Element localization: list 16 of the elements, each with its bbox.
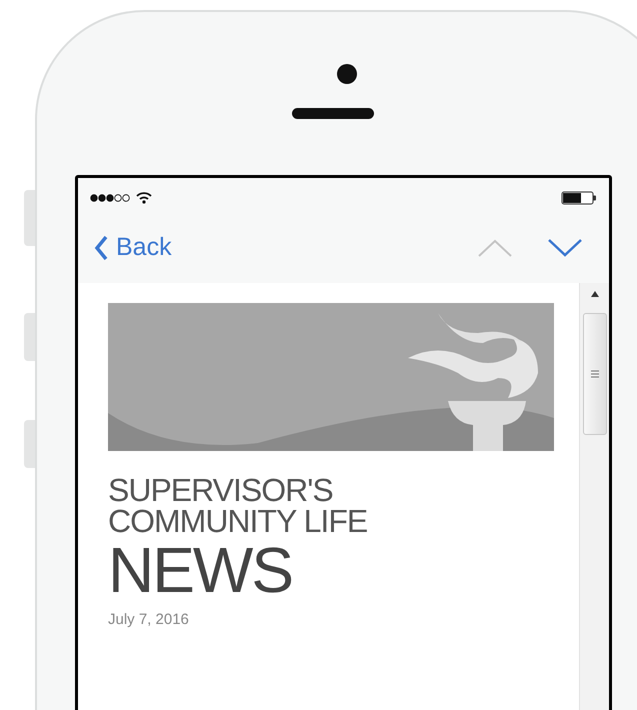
camera-icon	[337, 64, 357, 84]
signal-icon	[90, 193, 130, 203]
newsletter-date: July 7, 2016	[108, 610, 189, 630]
chevron-up-icon	[477, 238, 513, 258]
battery-icon	[561, 191, 597, 205]
back-button[interactable]: Back	[94, 229, 172, 267]
grip-icon	[590, 370, 598, 378]
speaker-icon	[292, 108, 374, 119]
chevron-left-icon	[94, 235, 108, 261]
scrollbar-thumb[interactable]	[582, 313, 606, 435]
newsletter-title-emphasis: NEWS	[108, 539, 293, 601]
wifi-icon	[136, 192, 152, 204]
chevron-down-icon	[547, 238, 583, 258]
newsletter-title-line: SUPERVISOR'S	[108, 475, 334, 506]
newsletter-title-line: COMMUNITY LIFE	[108, 506, 368, 537]
scroll-up-arrow-icon	[590, 291, 598, 297]
